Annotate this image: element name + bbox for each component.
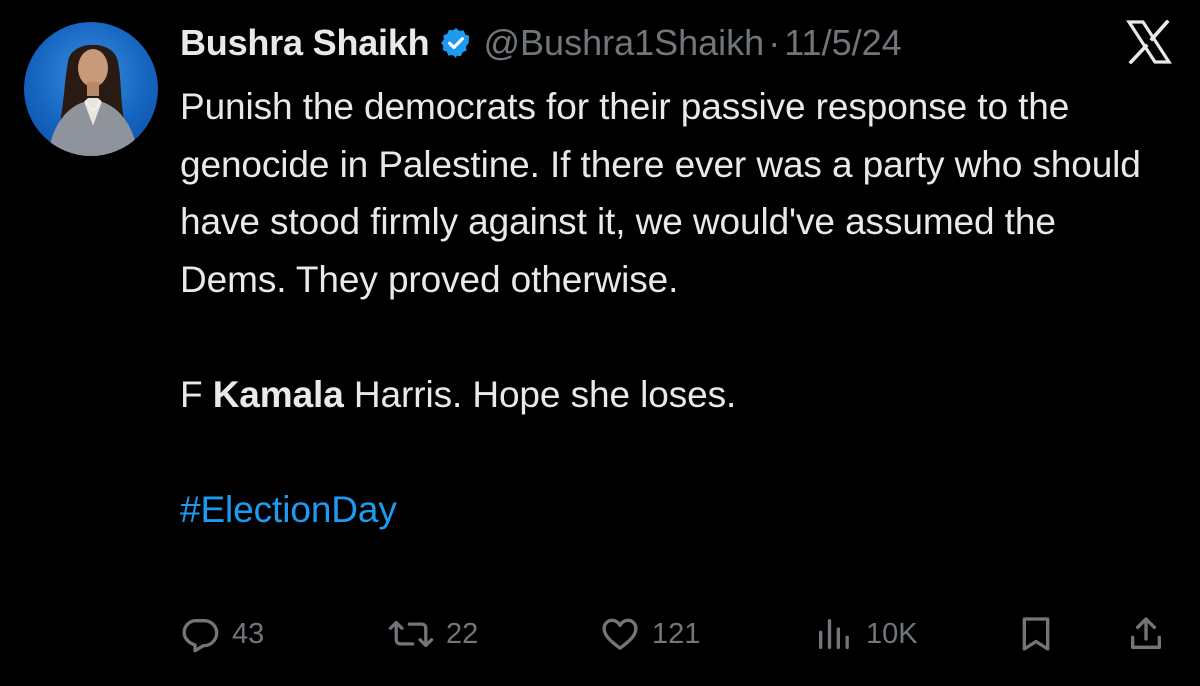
repost-count: 22 xyxy=(446,617,479,650)
tweet-body: Punish the democrats for their passive r… xyxy=(180,78,1170,538)
views-count: 10K xyxy=(866,617,918,650)
tweet-paragraph: Punish the democrats for their passive r… xyxy=(180,86,1141,300)
bookmark-button[interactable] xyxy=(1016,610,1056,658)
like-count: 121 xyxy=(652,617,701,650)
tweet-date[interactable]: 11/5/24 xyxy=(784,22,901,64)
avatar[interactable] xyxy=(24,22,158,156)
reply-count: 43 xyxy=(232,617,265,650)
bookmark-icon xyxy=(1016,614,1056,654)
tweet-card: Bushra Shaikh @Bushra1Shaikh · 11/5/24 P… xyxy=(0,0,1200,686)
heart-icon xyxy=(600,614,640,654)
x-logo-icon[interactable] xyxy=(1126,19,1172,65)
reply-button[interactable]: 43 xyxy=(180,610,264,658)
share-icon xyxy=(1126,614,1166,654)
author-name[interactable]: Bushra Shaikh xyxy=(180,22,430,64)
like-button[interactable]: 121 xyxy=(600,610,700,658)
reply-icon xyxy=(180,614,220,654)
tweet-line: F Kamala Harris. Hope she loses. xyxy=(180,366,1170,424)
views-icon xyxy=(814,614,854,654)
tweet-bold-name: Kamala xyxy=(212,373,344,415)
author-handle[interactable]: @Bushra1Shaikh xyxy=(483,22,764,64)
header-separator: · xyxy=(768,22,781,63)
tweet-line-suffix: Harris. Hope she loses. xyxy=(343,373,737,415)
action-bar: 43 22 121 10K xyxy=(180,610,1170,658)
views-button[interactable]: 10K xyxy=(814,610,918,658)
hashtag-link[interactable]: #ElectionDay xyxy=(180,489,397,530)
share-button[interactable] xyxy=(1126,610,1166,658)
repost-button[interactable]: 22 xyxy=(388,610,478,658)
avatar-photo-icon xyxy=(48,44,138,156)
verified-badge-icon xyxy=(439,26,473,60)
tweet-line-prefix: F xyxy=(180,373,213,415)
tweet-header: Bushra Shaikh @Bushra1Shaikh · 11/5/24 xyxy=(180,16,902,70)
repost-icon xyxy=(388,614,434,654)
